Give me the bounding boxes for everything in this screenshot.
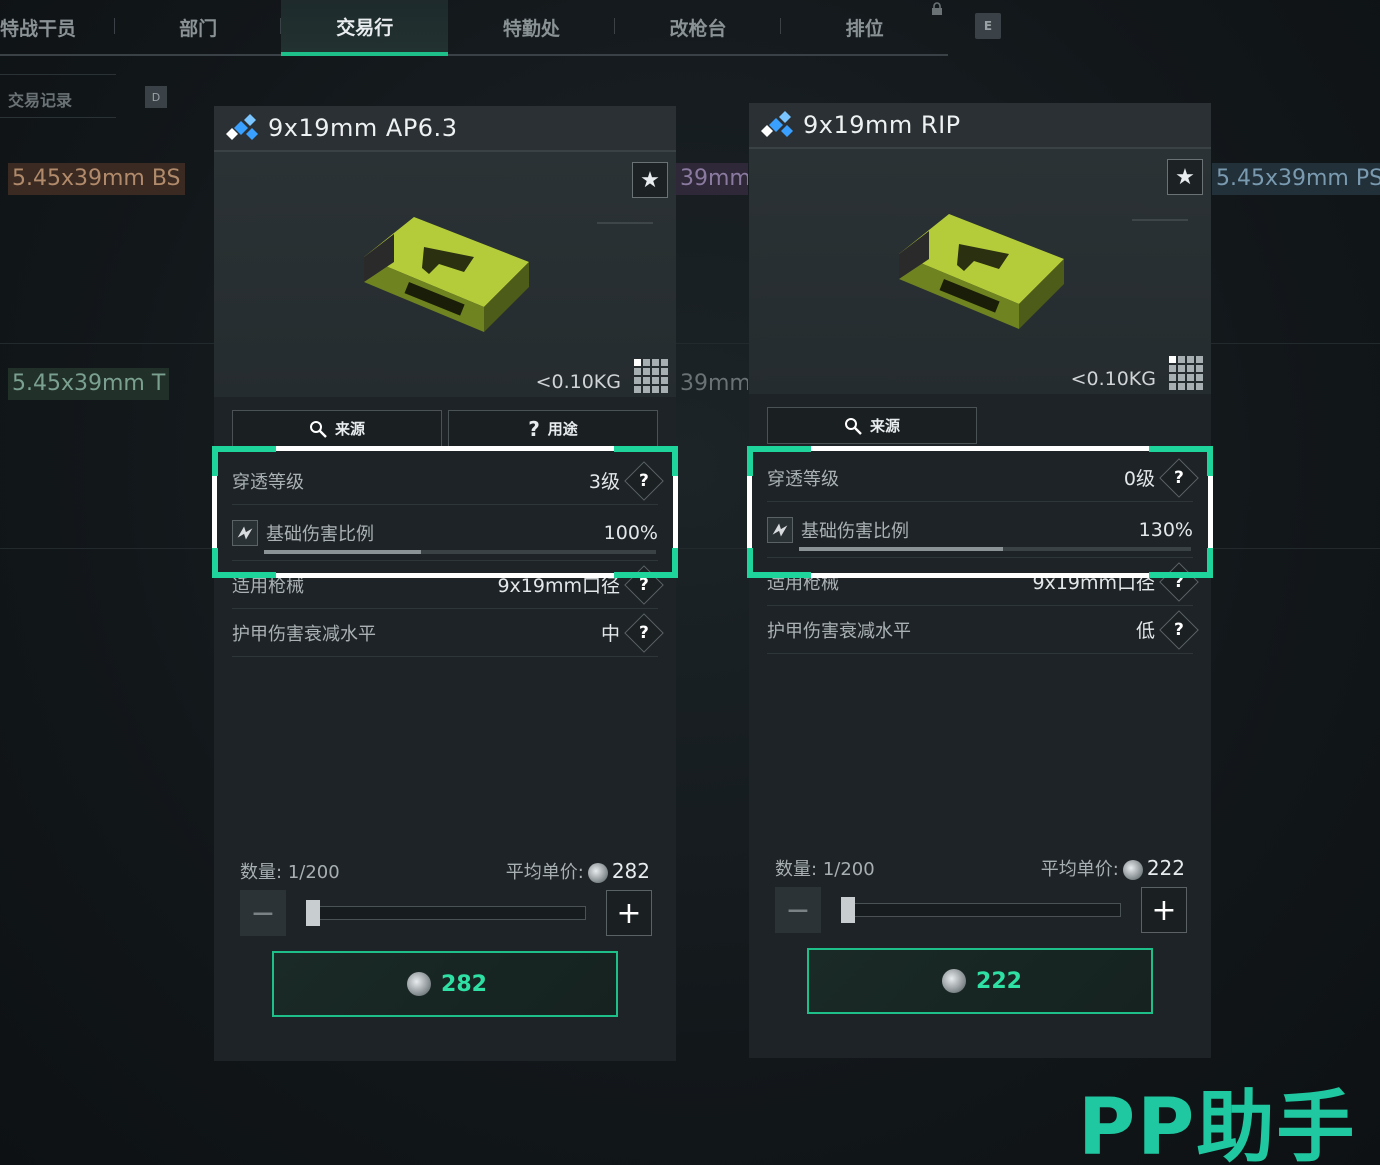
tab-department[interactable]: 部门 — [115, 0, 282, 54]
card-header: 9x19mm AP6.3 — [214, 106, 676, 152]
bg-item-tag[interactable]: 39mm — [676, 368, 748, 400]
trade-records-tab[interactable]: 交易记录 — [0, 74, 116, 118]
help-icon[interactable]: ? — [1159, 457, 1199, 498]
search-icon — [844, 417, 862, 435]
card-header: 9x19mm RIP — [749, 103, 1211, 149]
usage-button[interactable]: ? 用途 — [448, 410, 658, 447]
tab-gunsmith[interactable]: 改枪台 — [615, 0, 782, 54]
quantity-slider-row: − + — [240, 890, 652, 936]
coin-icon — [407, 972, 432, 996]
search-icon — [309, 420, 327, 438]
tab-trading[interactable]: 交易行 — [281, 0, 449, 56]
damage-bar-fill — [799, 547, 1003, 551]
slider-thumb[interactable] — [841, 897, 855, 923]
decor-line — [1132, 219, 1188, 221]
watermark-logo: PP助手 — [1078, 1083, 1357, 1165]
ammo-box-image — [899, 214, 1064, 329]
grid-size-icon — [634, 359, 668, 393]
coin-icon — [587, 863, 608, 883]
item-weight: <0.10KG — [1070, 368, 1156, 390]
help-icon[interactable]: ? — [624, 460, 664, 501]
item-card-rip: 9x19mm RIP ★ <0.10KG 来源 穿透等级 0级 ? 基础伤害比例… — [747, 103, 1213, 1058]
coin-icon — [1122, 860, 1143, 880]
key-hint-e: E — [975, 13, 1001, 39]
bg-item-tag[interactable]: 39mm — [676, 163, 748, 195]
item-image-area: ★ <0.10KG — [214, 152, 676, 397]
source-button[interactable]: 来源 — [232, 410, 442, 447]
action-buttons: 来源 ? 用途 — [214, 397, 676, 447]
damage-bar — [264, 550, 656, 554]
decor-line — [597, 222, 653, 224]
quantity-slider[interactable] — [841, 903, 1121, 917]
decrease-button[interactable]: − — [775, 887, 821, 933]
item-image-area: ★ <0.10KG — [749, 149, 1211, 394]
damage-bar — [799, 547, 1191, 551]
ammo-box-image — [364, 217, 529, 332]
tab-ranked[interactable]: 排位 — [781, 0, 948, 54]
help-icon[interactable]: ? — [1159, 609, 1199, 650]
help-icon[interactable]: ? — [1159, 561, 1199, 602]
bg-item-tag[interactable]: 5.45x39mm BS — [8, 163, 185, 195]
bg-item-tag[interactable]: 5.45x39mm T — [8, 368, 170, 400]
help-icon[interactable]: ? — [624, 612, 664, 653]
key-hint-d: D — [145, 86, 167, 108]
item-weight: <0.10KG — [535, 371, 621, 393]
favorite-star-button[interactable]: ★ — [1167, 159, 1203, 195]
quantity-row: 数量: 1/200 平均单价: 282 — [240, 859, 650, 883]
damage-icon — [232, 519, 258, 546]
stat-penetration: 穿透等级 3级? — [232, 457, 664, 505]
buy-button[interactable]: 282 — [272, 951, 618, 1017]
coin-icon — [942, 969, 967, 993]
grid-size-icon — [1169, 356, 1203, 390]
slider-thumb[interactable] — [306, 900, 320, 926]
bg-item-tag[interactable]: 5.45x39mm PS — [1212, 163, 1380, 195]
quantity-row: 数量: 1/200 平均单价: 222 — [775, 856, 1185, 880]
stat-weapon: 适用枪械 9x19mm口径? — [232, 561, 664, 609]
damage-icon — [767, 516, 793, 543]
stat-damage: 基础伤害比例 100% — [232, 505, 658, 561]
stat-penetration: 穿透等级 0级? — [767, 454, 1199, 502]
stats-list: 穿透等级 3级? 基础伤害比例 100% 适用枪械 9x19mm口径? 护甲伤害… — [214, 457, 676, 657]
damage-bar-fill — [264, 550, 421, 554]
rarity-diamonds-icon — [226, 114, 258, 140]
tab-special-ops[interactable]: 特勤处 — [448, 0, 615, 54]
help-icon[interactable]: ? — [624, 564, 664, 605]
decrease-button[interactable]: − — [240, 890, 286, 936]
quantity-slider-row: − + — [775, 887, 1187, 933]
increase-button[interactable]: + — [1141, 887, 1187, 933]
source-button[interactable]: 来源 — [767, 407, 977, 444]
buy-button[interactable]: 222 — [807, 948, 1153, 1014]
item-card-ap63: 9x19mm AP6.3 ★ <0.10KG 来源 ? 用途 穿透等级 3级 ?… — [212, 106, 678, 1061]
quantity-slider[interactable] — [306, 906, 586, 920]
lock-icon — [932, 2, 942, 15]
item-title: 9x19mm RIP — [803, 111, 961, 139]
rarity-diamonds-icon — [761, 111, 793, 137]
favorite-star-button[interactable]: ★ — [632, 162, 668, 198]
question-icon: ? — [528, 416, 540, 441]
stat-armor: 护甲伤害衰减水平 低? — [767, 606, 1199, 654]
stats-list: 穿透等级 0级? 基础伤害比例 130% 适用枪械 9x19mm口径? 护甲伤害… — [749, 454, 1211, 654]
item-title: 9x19mm AP6.3 — [268, 114, 458, 142]
action-buttons: 来源 — [749, 394, 1211, 444]
increase-button[interactable]: + — [606, 890, 652, 936]
tab-operators[interactable]: 特战干员 — [0, 0, 115, 54]
stat-armor: 护甲伤害衰减水平 中? — [232, 609, 664, 657]
stat-weapon: 适用枪械 9x19mm口径? — [767, 558, 1199, 606]
top-nav: 特战干员 部门 交易行 特勤处 改枪台 排位 — [0, 0, 948, 56]
stat-damage: 基础伤害比例 130% — [767, 502, 1193, 558]
